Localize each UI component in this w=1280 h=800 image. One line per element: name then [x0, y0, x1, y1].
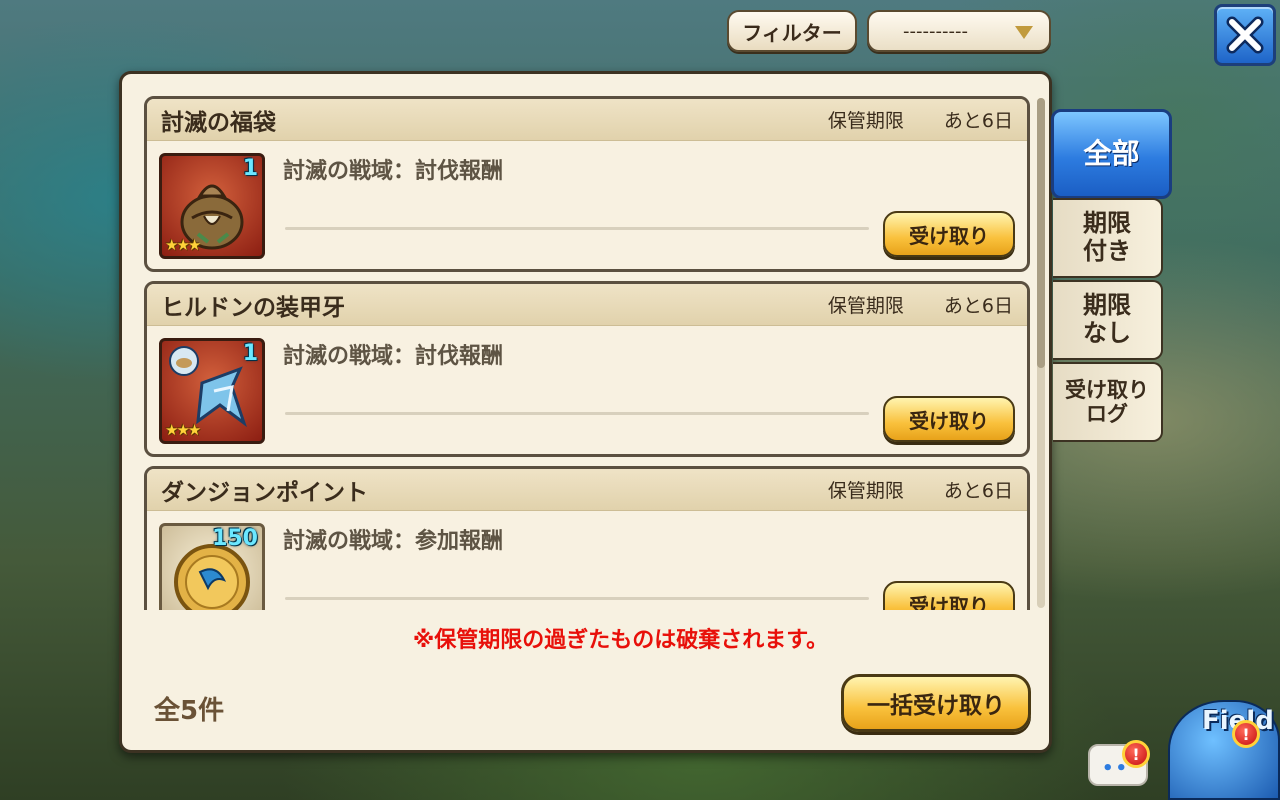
- alert-icon: !: [1232, 720, 1260, 748]
- tab-no-expiry[interactable]: 期限 なし: [1053, 280, 1163, 360]
- expiry-value: あと6日: [943, 295, 1013, 317]
- filter-dropdown-value: ----------: [903, 20, 968, 42]
- close-button[interactable]: [1214, 4, 1276, 66]
- tab-all[interactable]: 全部: [1051, 109, 1172, 199]
- item-source: 討滅の戦域：参加報酬: [283, 529, 504, 554]
- divider: [285, 597, 869, 600]
- card-header: 討滅の福袋 保管期限 あと6日: [147, 99, 1027, 141]
- total-count: 全5件: [154, 696, 225, 726]
- filter-button[interactable]: フィルター: [727, 10, 857, 52]
- scrollbar[interactable]: [1037, 98, 1045, 608]
- list-item: ヒルドンの装甲牙 保管期限 あと6日 1 ★★★ 討滅の戦域：討伐報酬 受け取り: [144, 281, 1030, 457]
- expiry-info: 保管期限 あと6日: [794, 476, 1013, 503]
- filter-dropdown[interactable]: ----------: [867, 10, 1051, 52]
- alert-icon: !: [1122, 740, 1150, 768]
- receive-all-button[interactable]: 一括受け取り: [841, 674, 1031, 732]
- close-icon: [1226, 16, 1264, 54]
- expiry-info: 保管期限 あと6日: [794, 106, 1013, 133]
- item-list[interactable]: 討滅の福袋 保管期限 あと6日 1 ★★★ 討滅の戦域：討伐報酬 受け取り ヒル…: [144, 96, 1032, 610]
- gift-box-panel: 討滅の福袋 保管期限 あと6日 1 ★★★ 討滅の戦域：討伐報酬 受け取り ヒル…: [119, 71, 1052, 753]
- treasure-bag-icon: 1 ★★★: [159, 153, 265, 259]
- chevron-down-icon: [1015, 26, 1033, 39]
- divider: [285, 227, 869, 230]
- scrollbar-thumb[interactable]: [1037, 98, 1045, 368]
- item-source: 討滅の戦域：討伐報酬: [283, 344, 504, 369]
- list-item: ダンジョンポイント 保管期限 あと6日 150 討滅の戦域：参加報酬 受け取り: [144, 466, 1030, 610]
- expiry-label: 保管期限: [827, 295, 904, 317]
- expiry-label: 保管期限: [827, 480, 904, 502]
- item-source: 討滅の戦域：討伐報酬: [283, 159, 504, 184]
- item-quantity: 1: [242, 341, 258, 366]
- rarity-stars: ★★★: [165, 236, 201, 254]
- rarity-stars: ★★★: [165, 421, 201, 439]
- receive-button[interactable]: 受け取り: [883, 211, 1015, 257]
- tab-with-expiry[interactable]: 期限 付き: [1053, 198, 1163, 278]
- dungeon-point-coin-icon: 150: [159, 523, 265, 610]
- item-quantity: 1: [242, 156, 258, 181]
- item-quantity: 150: [212, 526, 258, 551]
- expiry-value: あと6日: [943, 110, 1013, 132]
- receive-button[interactable]: 受け取り: [883, 581, 1015, 610]
- item-title: ヒルドンの装甲牙: [161, 294, 345, 321]
- armored-fang-icon: 1 ★★★: [159, 338, 265, 444]
- expiry-label: 保管期限: [827, 110, 904, 132]
- expiry-value: あと6日: [943, 480, 1013, 502]
- tab-receive-log[interactable]: 受け取り ログ: [1053, 362, 1163, 442]
- receive-button[interactable]: 受け取り: [883, 396, 1015, 442]
- item-title: ダンジョンポイント: [161, 479, 368, 506]
- list-item: 討滅の福袋 保管期限 あと6日 1 ★★★ 討滅の戦域：討伐報酬 受け取り: [144, 96, 1030, 272]
- card-header: ヒルドンの装甲牙 保管期限 あと6日: [147, 284, 1027, 326]
- card-header: ダンジョンポイント 保管期限 あと6日: [147, 469, 1027, 511]
- expiry-info: 保管期限 あと6日: [794, 291, 1013, 318]
- divider: [285, 412, 869, 415]
- item-title: 討滅の福袋: [161, 109, 276, 136]
- disposal-notice: ※保管期限の過ぎたものは破棄されます。: [412, 628, 829, 653]
